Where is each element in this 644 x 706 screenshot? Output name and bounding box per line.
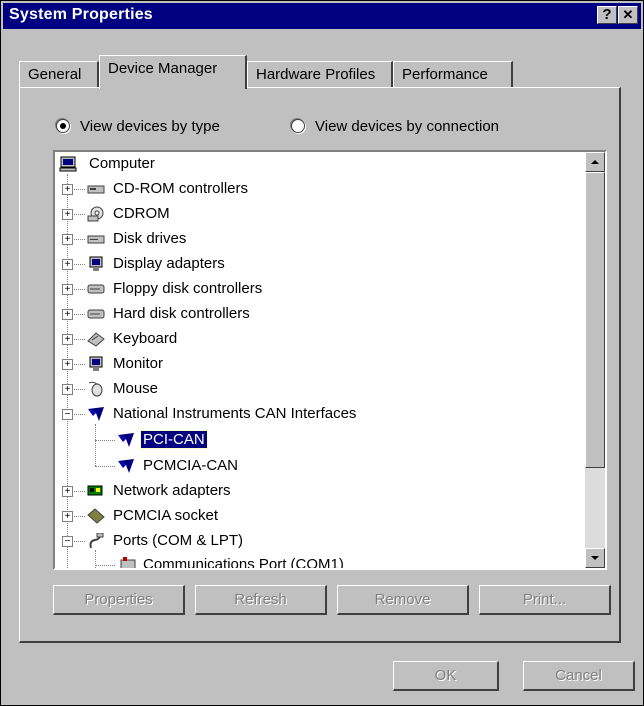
selected-device-label: PCI-CAN	[140, 430, 208, 449]
ports-icon	[89, 533, 104, 549]
hard-disk-controller-icon	[87, 309, 105, 319]
tab-strip: General Device Manager Hardware Profiles…	[19, 55, 619, 89]
ok-button[interactable]: OK	[393, 661, 499, 691]
disk-drive-icon	[87, 235, 105, 244]
radio-label-by-connection: View devices by connection	[315, 117, 499, 135]
device-tree[interactable]: Computer + CD-ROM controllers + CDROM +	[53, 150, 607, 570]
tree-label: Keyboard	[113, 330, 178, 347]
expand-icon[interactable]: +	[62, 284, 73, 295]
tree-label: Monitor	[113, 355, 164, 372]
tab-performance[interactable]: Performance	[393, 61, 513, 88]
properties-button[interactable]: Properties	[53, 585, 185, 615]
radio-button-unselected[interactable]	[291, 119, 305, 133]
tree-label: Display adapters	[113, 255, 225, 272]
cdrom-icon	[87, 206, 104, 222]
ni-can-icon	[118, 433, 134, 447]
tree-label: Communications Port (COM1)	[143, 556, 344, 568]
tree-label: PCMCIA-CAN	[143, 457, 239, 474]
scroll-thumb[interactable]	[585, 172, 605, 468]
collapse-icon[interactable]: −	[62, 409, 73, 420]
tree-label: CDROM	[113, 205, 170, 222]
refresh-button[interactable]: Refresh	[195, 585, 327, 615]
collapse-icon[interactable]: −	[62, 536, 73, 547]
window-title: System Properties	[9, 6, 153, 23]
expand-icon[interactable]: +	[62, 184, 73, 195]
expand-icon[interactable]: +	[62, 234, 73, 245]
scroll-down-button[interactable]	[585, 548, 605, 568]
network-adapter-icon	[87, 485, 103, 496]
tree-label: National Instruments CAN Interfaces	[113, 405, 357, 422]
display-adapter-icon	[89, 256, 103, 271]
tree-label: Hard disk controllers	[113, 305, 250, 322]
print-button[interactable]: Print...	[479, 585, 611, 615]
radio-button-selected[interactable]	[56, 119, 70, 133]
arrow-up-icon	[591, 160, 599, 164]
scroll-up-button[interactable]	[585, 152, 605, 172]
com-port-icon	[120, 557, 136, 568]
remove-button[interactable]: Remove	[337, 585, 469, 615]
radio-view-by-type[interactable]: View devices by type	[56, 115, 220, 137]
expand-icon[interactable]: +	[62, 486, 73, 497]
radio-view-by-connection[interactable]: View devices by connection	[291, 115, 499, 137]
tree-label: Mouse	[113, 380, 159, 397]
close-button[interactable]: ✕	[618, 6, 638, 24]
tab-device-manager[interactable]: Device Manager	[99, 55, 247, 89]
tree-label: Network adapters	[113, 482, 231, 499]
expand-icon[interactable]: +	[62, 359, 73, 370]
pcmcia-socket-icon	[87, 508, 105, 524]
tree-label: PCI-CAN	[140, 428, 208, 452]
mouse-icon	[88, 381, 103, 397]
title-bar[interactable]: System Properties ? ✕	[3, 3, 641, 29]
arrow-down-icon	[591, 556, 599, 560]
tree-label: CD-ROM controllers	[113, 180, 249, 197]
tree-label: PCMCIA socket	[113, 507, 219, 524]
system-properties-window: System Properties ? ✕ General Device Man…	[0, 0, 644, 706]
tab-hardware-profiles[interactable]: Hardware Profiles	[247, 61, 393, 88]
tree-root-computer[interactable]: Computer	[89, 152, 155, 176]
monitor-icon	[89, 356, 103, 371]
cdrom-controller-icon	[87, 185, 105, 194]
ni-can-icon	[118, 459, 134, 473]
expand-icon[interactable]: +	[62, 309, 73, 320]
help-button[interactable]: ?	[597, 6, 617, 24]
ni-can-icon	[88, 407, 104, 421]
computer-icon	[59, 156, 77, 172]
tree-label: Ports (COM & LPT)	[113, 532, 244, 549]
expand-icon[interactable]: +	[62, 209, 73, 220]
cancel-button[interactable]: Cancel	[523, 661, 635, 691]
tree-label: Floppy disk controllers	[113, 280, 263, 297]
expand-icon[interactable]: +	[62, 511, 73, 522]
expand-icon[interactable]: +	[62, 259, 73, 270]
expand-icon[interactable]: +	[62, 334, 73, 345]
expand-icon[interactable]: +	[62, 384, 73, 395]
vertical-scrollbar[interactable]	[585, 152, 605, 568]
floppy-controller-icon	[87, 284, 105, 294]
tab-general[interactable]: General	[19, 61, 99, 88]
tree-label: Disk drives	[113, 230, 187, 247]
keyboard-icon	[87, 332, 105, 347]
radio-label-by-type: View devices by type	[80, 117, 220, 135]
